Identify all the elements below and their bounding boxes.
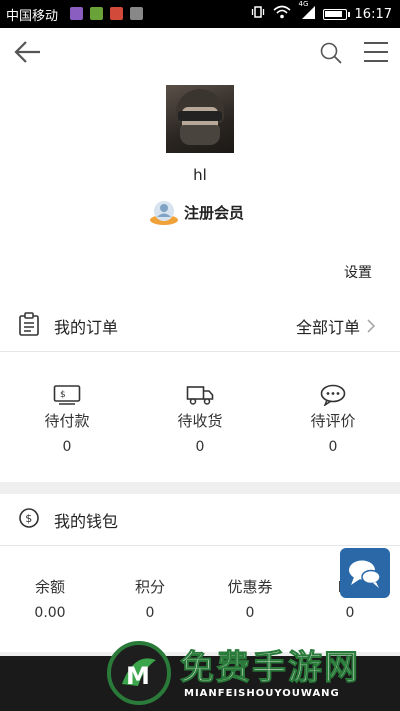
clipboard-icon [18, 311, 40, 340]
settings-link[interactable]: 设置 [344, 262, 372, 282]
wallet-item-value: 0 [345, 605, 355, 621]
hamburger-menu-icon [364, 42, 388, 62]
network-type-label: 4G [298, 0, 309, 8]
all-orders-link[interactable]: 全部订单 [296, 314, 376, 338]
wallet-balance[interactable]: 余额 0.00 [0, 576, 100, 621]
app-notification-icon [90, 7, 103, 20]
order-status-label: 待收货 [177, 412, 223, 430]
all-orders-label: 全部订单 [295, 317, 360, 337]
profile-header [0, 28, 400, 300]
watermark-logo-icon: M [107, 641, 171, 705]
dollar-circle-icon: $ [18, 507, 40, 533]
chevron-right-icon [367, 318, 376, 333]
payment-icon: $ [53, 385, 81, 405]
member-badge-icon [150, 201, 178, 225]
avatar[interactable] [166, 85, 234, 153]
comment-icon [320, 384, 346, 406]
wallet-item-value: 0 [145, 605, 155, 621]
chat-bubble-icon [349, 560, 381, 588]
carrier-name: 中国移动 [6, 9, 59, 24]
wallet-item-label: 积分 [134, 578, 165, 596]
orders-title: 我的订单 [54, 317, 119, 337]
order-status-pending-payment[interactable]: $ 待付款 0 [17, 384, 117, 455]
order-status-pending-review[interactable]: 待评价 0 [283, 384, 383, 455]
orders-section: 我的订单 全部订单 $ 待付款 0 待收货 0 待评价 0 [0, 300, 400, 482]
order-status-label: 待付款 [44, 412, 90, 430]
watermark-subtext: MIANFEISHOUYOUWANG [184, 688, 340, 699]
order-status-count: 0 [62, 439, 72, 455]
watermark: M 免费手游网 MIANFEISHOUYOUWANG [100, 636, 400, 711]
member-level[interactable]: 注册会员 [148, 198, 244, 226]
svg-text:$: $ [25, 512, 32, 525]
clock-time: 16:17 [354, 6, 392, 22]
wallet-points[interactable]: 积分 0 [100, 576, 200, 621]
menu-button[interactable] [362, 39, 390, 65]
wallet-item-value: 0.00 [34, 605, 66, 621]
search-icon [320, 42, 342, 64]
back-arrow-icon [14, 41, 40, 63]
battery-icon [322, 8, 350, 20]
wifi-icon [273, 5, 291, 23]
app-notification-icon [70, 7, 83, 20]
status-bar: 中国移动 4G 16:17 [0, 0, 400, 28]
wallet-header[interactable]: $ 我的钱包 [0, 494, 400, 546]
wallet-coupons[interactable]: 优惠券 0 [200, 576, 300, 621]
username: hl [193, 166, 207, 184]
order-status-pending-receipt[interactable]: 待收货 0 [150, 384, 250, 455]
app-notification-icon [130, 7, 143, 20]
member-level-label: 注册会员 [184, 203, 245, 222]
order-status-count: 0 [328, 439, 338, 455]
search-button[interactable] [318, 40, 344, 66]
svg-text:M: M [126, 662, 150, 690]
customer-service-chat-button[interactable] [340, 548, 390, 598]
orders-header[interactable]: 我的订单 全部订单 [0, 300, 400, 352]
wallet-item-label: 余额 [34, 578, 65, 596]
vibrate-icon [251, 5, 265, 23]
wallet-item-label: 优惠券 [227, 578, 273, 596]
svg-text:$: $ [60, 390, 66, 400]
back-button[interactable] [12, 36, 44, 68]
wallet-item-value: 0 [245, 605, 255, 621]
order-status-label: 待评价 [310, 412, 356, 430]
cellular-signal-icon: 4G [299, 0, 315, 23]
wallet-title: 我的钱包 [54, 511, 119, 531]
watermark-text: 免费手游网 [180, 648, 360, 689]
app-notification-icon [110, 7, 123, 20]
order-status-count: 0 [195, 439, 205, 455]
truck-icon [186, 386, 214, 405]
